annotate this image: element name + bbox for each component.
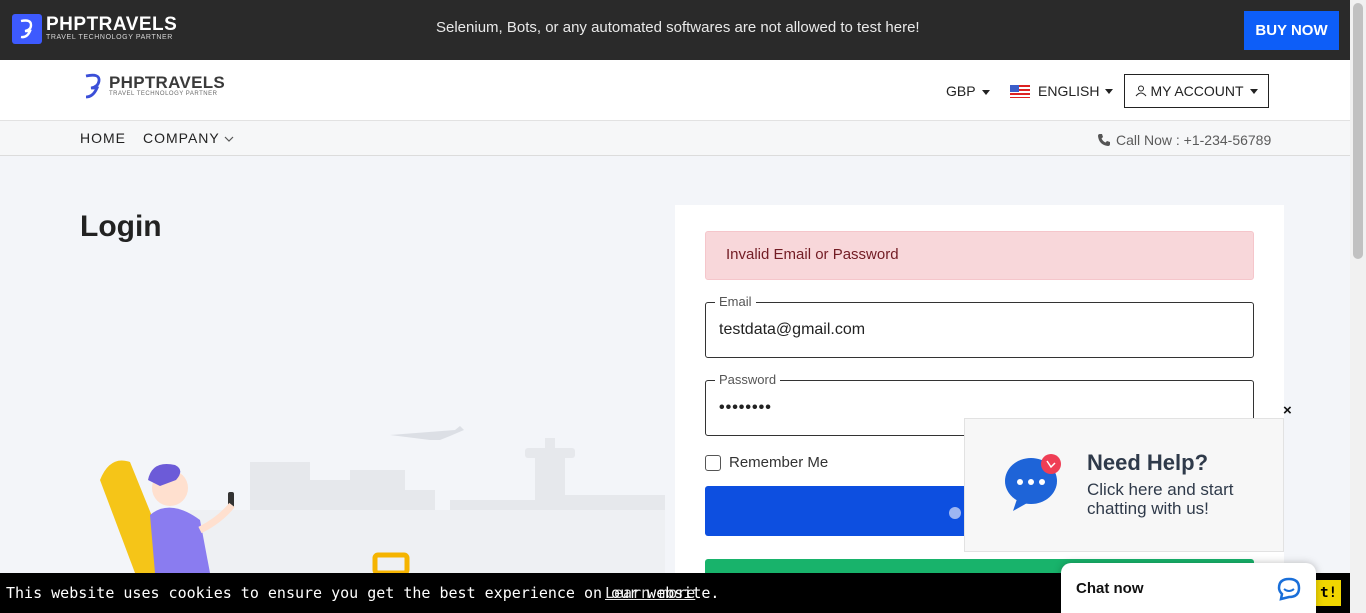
page-title: Login xyxy=(80,210,162,243)
brand-tagline: TRAVEL TECHNOLOGY PARTNER xyxy=(109,90,218,97)
need-help-popup[interactable]: Need Help? Click here and start chatting… xyxy=(964,418,1284,552)
company-label: COMPANY xyxy=(143,130,220,146)
currency-dropdown[interactable]: GBP xyxy=(946,83,990,99)
language-label: ENGLISH xyxy=(1038,83,1100,99)
caret-down-icon xyxy=(1249,88,1258,94)
travel-illustration xyxy=(100,426,665,573)
chevron-down-icon xyxy=(224,136,234,142)
language-dropdown[interactable]: ENGLISH xyxy=(1010,83,1114,99)
help-title: Need Help? xyxy=(1087,450,1209,475)
password-label: Password xyxy=(715,372,781,387)
us-flag-icon xyxy=(1010,84,1030,98)
currency-label: GBP xyxy=(946,83,976,99)
chat-bubble-icon xyxy=(1005,454,1061,511)
automation-notice: Selenium, Bots, or any automated softwar… xyxy=(436,19,920,36)
nav-home-link[interactable]: HOME xyxy=(80,130,126,146)
chat-icon xyxy=(1277,577,1301,601)
email-field[interactable]: Email testdata@gmail.com xyxy=(705,294,1254,358)
my-account-dropdown[interactable]: MY ACCOUNT xyxy=(1124,74,1269,108)
scrollbar-thumb[interactable] xyxy=(1353,3,1363,259)
remember-me-checkbox[interactable] xyxy=(705,454,721,471)
logo-icon xyxy=(12,14,42,44)
call-now[interactable]: Call Now : +1-234-56789 xyxy=(1097,132,1271,148)
brand-name: PHPTRAVELS xyxy=(46,14,178,35)
logo-icon xyxy=(85,73,101,99)
chat-widget[interactable]: Chat now xyxy=(1061,563,1316,613)
topbar-logo[interactable]: PHPTRAVELS TRAVEL TECHNOLOGY PARTNER xyxy=(12,14,177,44)
caret-down-icon xyxy=(981,89,990,95)
site-logo[interactable]: PHPTRAVELS TRAVEL TECHNOLOGY PARTNER xyxy=(82,72,225,100)
email-label: Email xyxy=(715,294,756,309)
call-now-text: Call Now : +1-234-56789 xyxy=(1116,132,1272,148)
loading-spinner-icon xyxy=(949,507,961,519)
main-navbar: PHPTRAVELS TRAVEL TECHNOLOGY PARTNER GBP… xyxy=(0,60,1350,120)
secondary-navbar: HOME COMPANY Call Now : +1-234-56789 xyxy=(0,120,1350,156)
caret-down-icon xyxy=(1105,88,1114,94)
brand-tagline: TRAVEL TECHNOLOGY PARTNER xyxy=(46,34,173,41)
email-value: testdata@gmail.com xyxy=(719,321,866,338)
account-label: MY ACCOUNT xyxy=(1150,83,1244,99)
help-subtitle: Click here and start chatting with us! xyxy=(1087,480,1234,518)
chat-now-label: Chat now xyxy=(1076,580,1144,597)
error-alert: Invalid Email or Password xyxy=(705,231,1254,280)
password-value: •••••••• xyxy=(719,399,772,416)
phone-icon xyxy=(1098,134,1110,146)
page-scrollbar[interactable] xyxy=(1350,0,1366,613)
help-close-button[interactable]: × xyxy=(1283,402,1292,419)
learn-more-link[interactable]: Learn more xyxy=(605,584,695,602)
brand-name: PHPTRAVELS xyxy=(109,72,226,92)
nav-company-dropdown[interactable]: COMPANY xyxy=(143,130,234,146)
top-banner: PHPTRAVELS TRAVEL TECHNOLOGY PARTNER Sel… xyxy=(0,0,1350,60)
remember-me-label: Remember Me xyxy=(729,454,829,471)
user-icon xyxy=(1136,85,1147,97)
buy-now-button[interactable]: BUY NOW xyxy=(1244,11,1339,50)
remember-me[interactable]: Remember Me xyxy=(705,454,828,471)
